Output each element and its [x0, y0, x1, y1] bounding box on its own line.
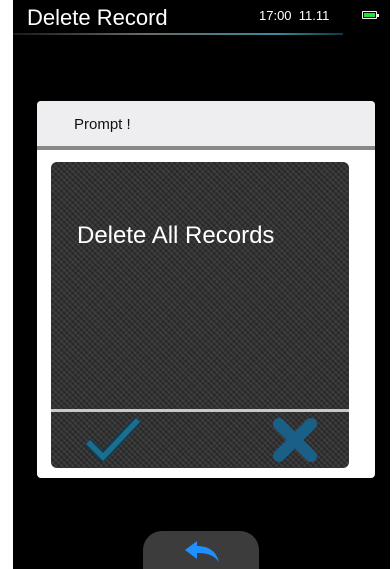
dialog-title: Prompt !	[74, 116, 131, 133]
status-bar: Delete Record 17:00 11.11	[13, 0, 390, 36]
clock-date: 11.11	[298, 8, 330, 23]
title-underline	[13, 33, 343, 35]
checkmark-icon	[85, 416, 141, 462]
cancel-button[interactable]	[273, 418, 317, 462]
back-arrow-icon	[183, 540, 221, 564]
battery-tip	[377, 14, 379, 17]
panel-divider	[51, 409, 349, 412]
battery-icon	[362, 11, 379, 19]
battery-level	[364, 13, 375, 17]
dialog-panel: Delete All Records	[51, 162, 349, 468]
close-icon	[273, 418, 317, 462]
prompt-dialog: Prompt ! Delete All Records	[37, 101, 375, 478]
page-title: Delete Record	[27, 5, 168, 30]
dialog-message: Delete All Records	[77, 222, 275, 249]
dialog-header: Prompt !	[37, 101, 375, 150]
clock: 17:00 11.11	[259, 8, 329, 24]
clock-time: 17:00	[259, 8, 292, 23]
confirm-button[interactable]	[85, 416, 141, 462]
device-screen: Delete Record 17:00 11.11 Prompt ! Delet…	[13, 0, 390, 569]
back-button[interactable]	[143, 531, 259, 569]
